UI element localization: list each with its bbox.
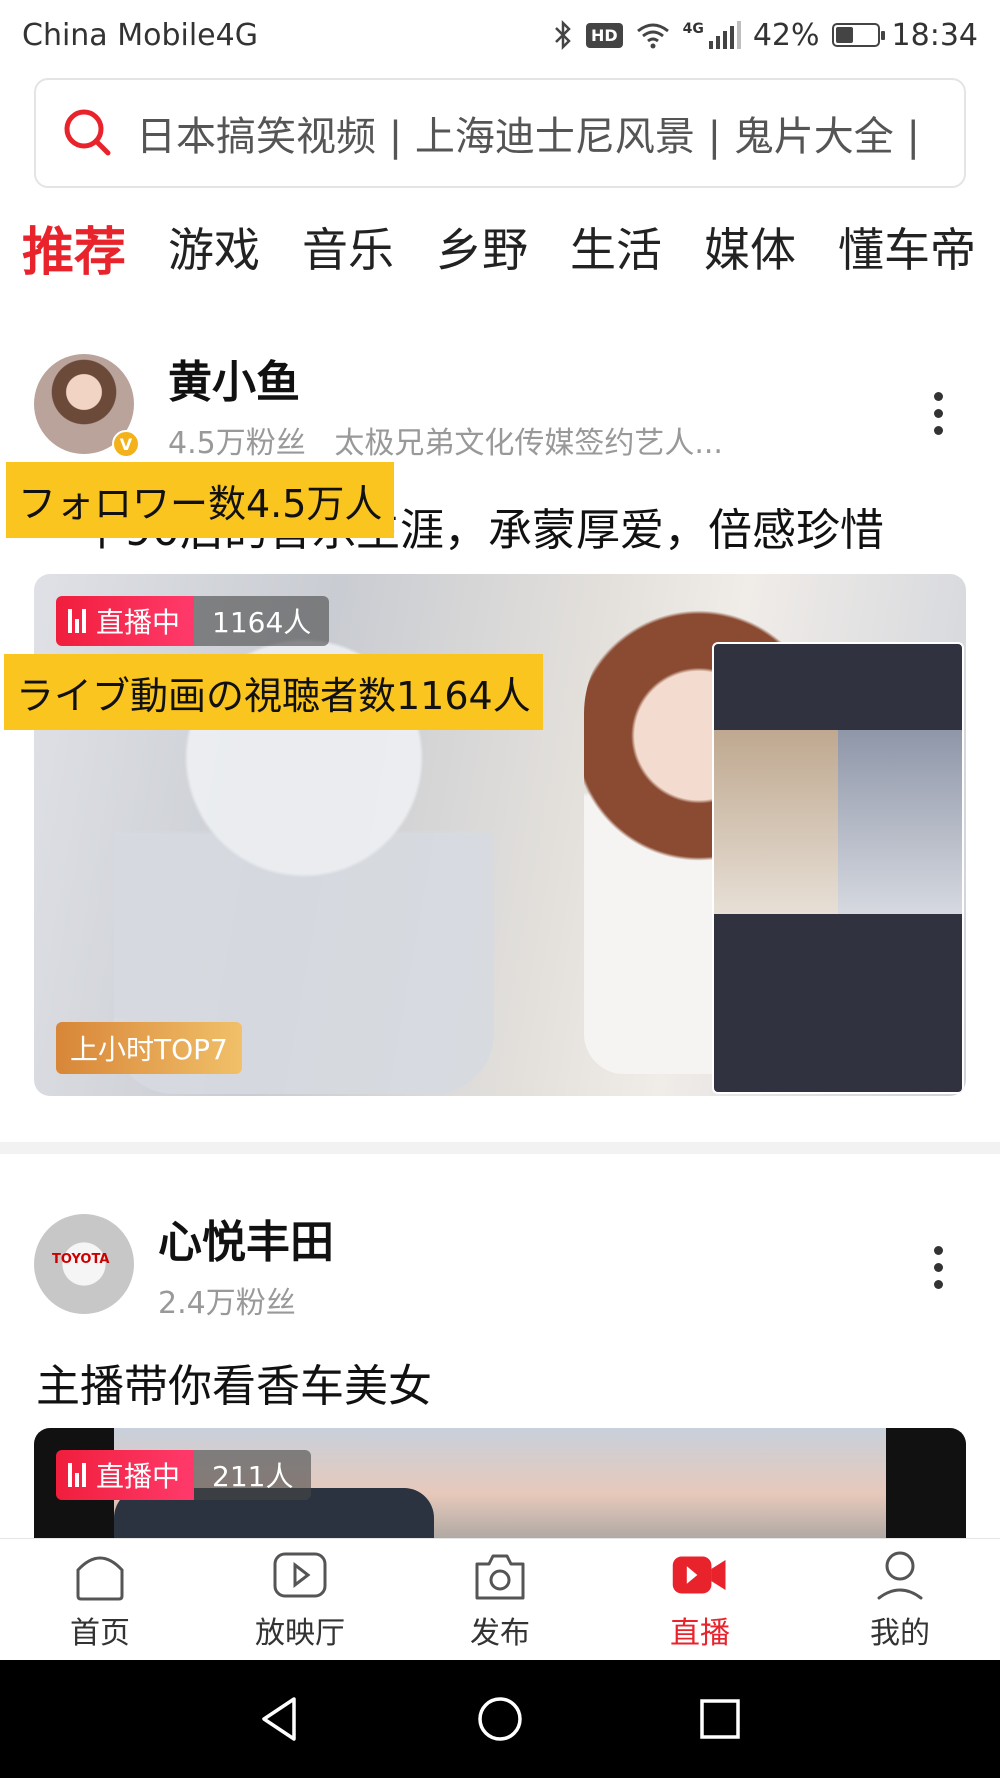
tab-music[interactable]: 音乐 <box>302 214 394 280</box>
camera-icon <box>475 1554 525 1599</box>
search-input[interactable]: 日本搞笑视频 | 上海迪士尼风景 | 鬼片大全 | <box>136 104 920 162</box>
category-tabs: 推荐 游戏 音乐 乡野 生活 媒体 懂车帝 <box>22 212 1000 283</box>
system-navigation-bar <box>0 1660 1000 1778</box>
avatar[interactable]: V <box>34 354 140 458</box>
post-header: 心悦丰田 2.4万粉丝 <box>34 1214 334 1321</box>
profile-icon <box>877 1551 923 1599</box>
user-name[interactable]: 黄小鱼 <box>168 346 723 410</box>
user-bio: 太极兄弟文化传媒签约艺人... <box>334 426 723 461</box>
tab-recommend[interactable]: 推荐 <box>22 212 126 283</box>
co-stream-left <box>714 730 838 914</box>
nav-publish[interactable]: 发布 <box>400 1539 600 1660</box>
wifi-icon <box>636 23 669 49</box>
rank-badge: 上小时TOP7 <box>56 1022 242 1074</box>
tab-life[interactable]: 生活 <box>570 214 662 280</box>
network-type-label: 4G <box>682 21 704 37</box>
more-options-icon[interactable] <box>934 392 944 435</box>
live-video-thumbnail[interactable]: 直播中 1164人 上小时TOP7 <box>34 574 966 1096</box>
back-icon[interactable] <box>250 1689 310 1749</box>
live-indicator: 直播中 <box>56 596 195 646</box>
avatar[interactable] <box>34 1214 134 1314</box>
tab-media[interactable]: 媒体 <box>704 214 796 280</box>
user-info: 心悦丰田 2.4万粉丝 <box>158 1206 334 1322</box>
viewer-count: 211人 <box>194 1450 312 1500</box>
live-label: 直播中 <box>96 1460 181 1493</box>
tab-countryside[interactable]: 乡野 <box>436 214 528 280</box>
signal-icon: 4G <box>683 21 741 49</box>
home-circle-icon[interactable] <box>470 1689 530 1749</box>
live-video-thumbnail[interactable]: 直播中 211人 <box>34 1428 966 1538</box>
search-icon[interactable] <box>60 105 116 161</box>
nav-profile[interactable]: 我的 <box>800 1539 1000 1660</box>
nav-theater[interactable]: 放映厅 <box>200 1539 400 1660</box>
more-options-icon[interactable] <box>934 1246 944 1289</box>
follower-count: 2.4万粉丝 <box>158 1286 296 1321</box>
status-bar: China Mobile4G HD 4G 42% 18:34 <box>0 0 1000 70</box>
nav-live[interactable]: 直播 <box>600 1539 800 1660</box>
user-name[interactable]: 心悦丰田 <box>158 1206 334 1270</box>
live-bars-icon <box>68 609 86 633</box>
bluetooth-icon <box>555 19 571 51</box>
viewers-annotation: ライブ動画の視聴者数1164人 <box>4 654 543 730</box>
tab-games[interactable]: 游戏 <box>168 214 260 280</box>
nav-home[interactable]: 首页 <box>0 1539 200 1660</box>
battery-percent: 42% <box>752 17 820 53</box>
live-label: 直播中 <box>96 606 181 639</box>
viewer-count: 1164人 <box>194 596 330 646</box>
home-icon <box>76 1556 124 1600</box>
follower-count: 4.5万粉丝 <box>168 426 306 461</box>
followers-annotation: フォロワー数4.5万人 <box>6 462 395 538</box>
battery-fill <box>835 27 853 43</box>
nav-label: 放映厅 <box>255 1615 345 1651</box>
play-icon <box>273 1552 327 1597</box>
co-stream-right <box>838 730 962 914</box>
user-info: 黄小鱼 4.5万粉丝 太极兄弟文化传媒签约艺人... <box>168 346 723 462</box>
bottom-navigation: 首页 放映厅 发布 直播 我的 <box>0 1538 1000 1660</box>
co-stream-preview[interactable] <box>712 642 964 1094</box>
tab-dongchedi[interactable]: 懂车帝 <box>838 214 976 280</box>
nav-label: 发布 <box>470 1615 530 1651</box>
carrier-label: China Mobile4G <box>22 17 258 53</box>
co-stream-frame <box>714 730 962 914</box>
live-video-icon <box>672 1556 726 1593</box>
live-badge: 直播中 1164人 <box>56 596 330 646</box>
post-header: V 黄小鱼 4.5万粉丝 太极兄弟文化传媒签约艺人... <box>34 354 723 461</box>
nav-label: 首页 <box>70 1615 130 1651</box>
nav-label: 我的 <box>870 1615 930 1651</box>
live-badge: 直播中 211人 <box>56 1450 312 1500</box>
section-divider <box>0 1142 1000 1154</box>
user-meta: 4.5万粉丝 太极兄弟文化传媒签约艺人... <box>168 418 723 462</box>
nav-label: 直播 <box>670 1615 730 1651</box>
live-indicator: 直播中 <box>56 1450 195 1500</box>
status-icons: HD 4G 42% 18:34 <box>552 18 978 53</box>
verified-icon: V <box>112 430 140 458</box>
battery-icon <box>831 23 885 47</box>
search-bar[interactable]: 日本搞笑视频 | 上海迪士尼风景 | 鬼片大全 | <box>34 78 966 188</box>
post-title[interactable]: 主播带你看香车美女 <box>36 1350 432 1414</box>
recents-icon[interactable] <box>690 1689 750 1749</box>
hd-icon: HD <box>585 22 623 48</box>
live-bars-icon <box>68 1463 86 1487</box>
clock: 18:34 <box>891 17 978 53</box>
